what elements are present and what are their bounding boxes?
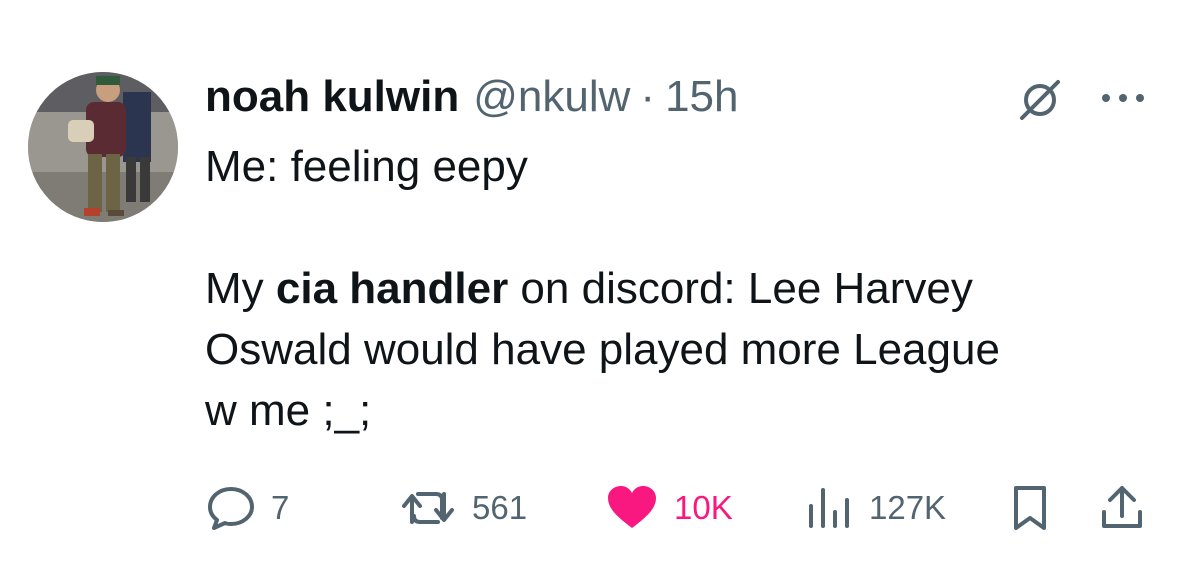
share-button[interactable] (1098, 480, 1146, 536)
reply-icon (208, 487, 254, 530)
views-count: 127K (869, 489, 947, 526)
bookmark-button[interactable] (1008, 480, 1052, 536)
action-bar: 7 561 10K 127K (0, 480, 1179, 536)
tweet-text-line: My cia handler on discord: Lee Harvey (205, 258, 1155, 319)
tweet-header: noah kulwin @nkulw · 15h (205, 72, 738, 122)
share-icon (1102, 486, 1142, 528)
like-count: 10K (674, 489, 733, 526)
reply-button[interactable]: 7 (205, 480, 289, 536)
repost-button[interactable]: 561 (398, 480, 527, 536)
tweet-text-line: Oswald would have played more League (205, 325, 1000, 374)
like-button[interactable]: 10K (604, 480, 733, 536)
avatar[interactable] (28, 72, 178, 222)
bookmark-icon (1014, 486, 1046, 530)
text-segment: My (205, 264, 276, 313)
profile-photo-image (28, 72, 178, 222)
tweet-text-line: Me: feeling eepy (205, 142, 528, 191)
bold-text-segment: cia handler (275, 264, 509, 313)
views-icon (809, 488, 849, 528)
heart-icon (608, 486, 656, 528)
grok-icon[interactable] (1018, 78, 1062, 122)
repost-count: 561 (472, 489, 528, 526)
views-button[interactable]: 127K (803, 480, 946, 536)
repost-icon (402, 492, 454, 524)
tweet-text: Me: feeling eepy My cia handler on disco… (205, 136, 1155, 441)
display-name[interactable]: noah kulwin (205, 72, 459, 122)
separator-dot: · (640, 72, 656, 121)
tweet-text-line: w me ;_; (205, 386, 372, 435)
more-icon[interactable] (1098, 88, 1148, 108)
user-handle[interactable]: @nkulw (473, 72, 630, 122)
timestamp[interactable]: 15h (665, 72, 738, 122)
text-segment: on discord: Lee Harvey (508, 264, 973, 313)
reply-count: 7 (271, 489, 290, 526)
